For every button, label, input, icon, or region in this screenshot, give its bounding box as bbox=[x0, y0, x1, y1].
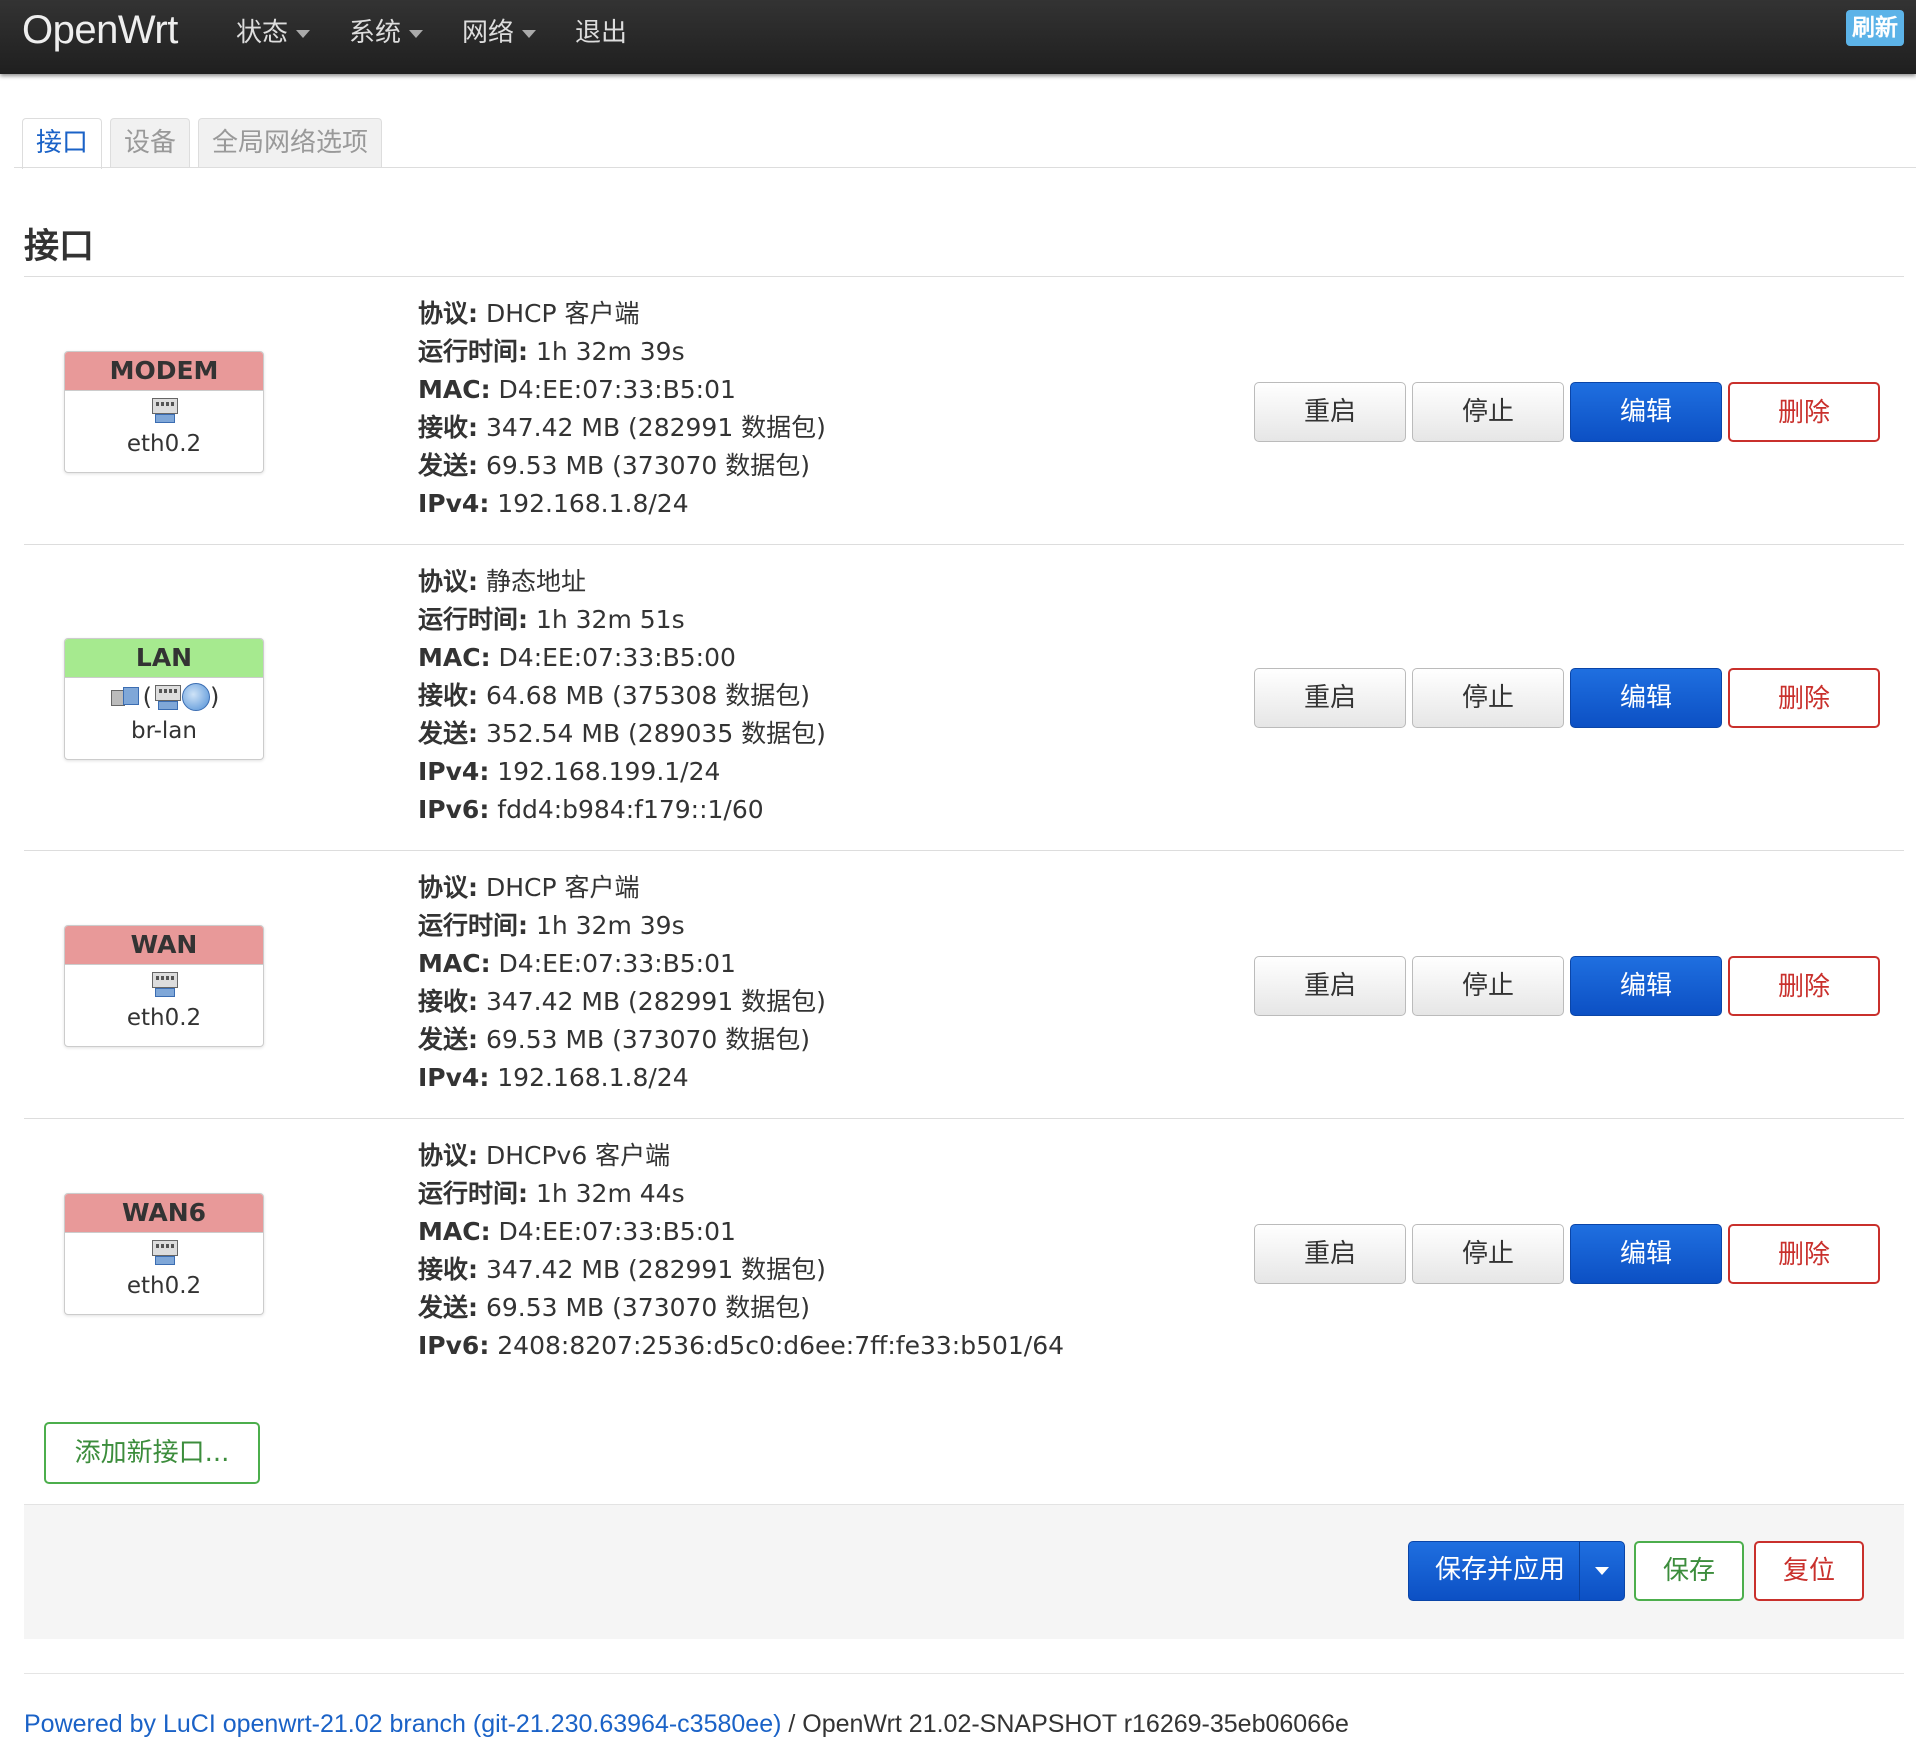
tab-bar: 接口 设备 全局网络选项 bbox=[22, 118, 390, 169]
edit-button[interactable]: 编辑 bbox=[1570, 956, 1722, 1016]
interface-badge: MODEM eth0.2 bbox=[64, 351, 264, 473]
page-title: 接口 bbox=[24, 227, 95, 267]
tx-value: 69.53 MB (373070 数据包) bbox=[485, 1293, 811, 1322]
interface-device: eth0.2 bbox=[126, 1005, 202, 1031]
uptime-value: 1h 32m 44s bbox=[535, 1179, 685, 1208]
caret-down-icon bbox=[522, 29, 537, 38]
caret-down-icon bbox=[1595, 1567, 1610, 1575]
protocol-value: DHCP 客户端 bbox=[485, 299, 640, 328]
ethernet-port-icon bbox=[149, 970, 179, 998]
tab-interfaces[interactable]: 接口 bbox=[22, 118, 103, 169]
edit-button[interactable]: 编辑 bbox=[1570, 668, 1722, 728]
interface-row-wan: WAN eth0.2 协议: DHCP 客户端 运行时间: 1h 32m 39s… bbox=[24, 851, 1904, 1119]
interface-name: WAN6 bbox=[65, 1194, 263, 1233]
restart-button[interactable]: 重启 bbox=[1254, 668, 1406, 728]
mac-value: D4:EE:07:33:B5:01 bbox=[498, 375, 736, 404]
wireless-icon bbox=[182, 683, 210, 711]
interface-name: MODEM bbox=[65, 352, 263, 391]
mac-value: D4:EE:07:33:B5:00 bbox=[498, 643, 736, 672]
ipv4-value: 192.168.199.1/24 bbox=[497, 757, 721, 786]
interface-row-lan: LAN ( ) br-lan 协议: 静态地址 运行时间: 1h 32m 51s… bbox=[24, 545, 1904, 851]
rx-value: 347.42 MB (282991 数据包) bbox=[485, 987, 826, 1016]
interface-badge: WAN eth0.2 bbox=[64, 925, 264, 1047]
ipv4-value: 192.168.1.8/24 bbox=[497, 1063, 689, 1092]
form-action-bar: 保存并应用 保存 复位 bbox=[24, 1504, 1904, 1639]
tx-value: 69.53 MB (373070 数据包) bbox=[485, 1025, 811, 1054]
ipv6-value: 2408:8207:2536:d5c0:d6ee:7ff:fe33:b501/6… bbox=[497, 1331, 1065, 1360]
delete-button[interactable]: 删除 bbox=[1728, 1224, 1880, 1284]
restart-button[interactable]: 重启 bbox=[1254, 956, 1406, 1016]
add-interface-button[interactable]: 添加新接口... bbox=[44, 1422, 260, 1484]
ethernet-port-icon bbox=[149, 1238, 179, 1266]
ipv6-value: fdd4:b984:f179::1/60 bbox=[497, 795, 764, 824]
interface-device: br-lan bbox=[131, 718, 197, 744]
protocol-value: 静态地址 bbox=[485, 567, 586, 596]
stop-button[interactable]: 停止 bbox=[1412, 668, 1564, 728]
ethernet-port-icon bbox=[152, 683, 182, 711]
tab-devices[interactable]: 设备 bbox=[110, 118, 191, 167]
uptime-value: 1h 32m 39s bbox=[535, 337, 685, 366]
uptime-value: 1h 32m 51s bbox=[535, 605, 685, 634]
interface-badge: WAN6 eth0.2 bbox=[64, 1193, 264, 1315]
stop-button[interactable]: 停止 bbox=[1412, 382, 1564, 442]
footer-version: / OpenWrt 21.02-SNAPSHOT r16269-35eb0606… bbox=[781, 1710, 1349, 1738]
caret-down-icon bbox=[296, 29, 311, 38]
row-actions: 重启 停止 编辑 删除 bbox=[1254, 382, 1886, 442]
save-apply-dropdown-toggle[interactable] bbox=[1579, 1542, 1624, 1600]
interface-badge: LAN ( ) br-lan bbox=[64, 638, 264, 760]
menu-status[interactable]: 状态 bbox=[232, 0, 333, 74]
uptime-value: 1h 32m 39s bbox=[535, 911, 685, 940]
top-navbar: OpenWrt 状态 系统 网络 退出 刷新 bbox=[0, 0, 1916, 74]
menu-system[interactable]: 系统 bbox=[345, 0, 446, 74]
mac-value: D4:EE:07:33:B5:01 bbox=[498, 949, 736, 978]
tx-value: 352.54 MB (289035 数据包) bbox=[485, 719, 826, 748]
tx-value: 69.53 MB (373070 数据包) bbox=[485, 451, 811, 480]
interface-device: eth0.2 bbox=[126, 1273, 202, 1299]
stop-button[interactable]: 停止 bbox=[1412, 1224, 1564, 1284]
interface-info: 协议: DHCP 客户端 运行时间: 1h 32m 39s MAC: D4:EE… bbox=[418, 873, 826, 1092]
row-actions: 重启 停止 编辑 删除 bbox=[1254, 668, 1886, 728]
save-apply-button[interactable]: 保存并应用 bbox=[1408, 1541, 1626, 1601]
save-button[interactable]: 保存 bbox=[1634, 1541, 1744, 1601]
refresh-badge[interactable]: 刷新 bbox=[1846, 10, 1904, 46]
stop-button[interactable]: 停止 bbox=[1412, 956, 1564, 1016]
interface-name: LAN bbox=[65, 639, 263, 678]
menu-network[interactable]: 网络 bbox=[458, 0, 559, 74]
rx-value: 347.42 MB (282991 数据包) bbox=[485, 1255, 826, 1284]
delete-button[interactable]: 删除 bbox=[1728, 668, 1880, 728]
caret-down-icon bbox=[409, 29, 424, 38]
ethernet-port-icon bbox=[149, 396, 179, 424]
rx-value: 347.42 MB (282991 数据包) bbox=[485, 413, 826, 442]
luci-link[interactable]: Powered by LuCI openwrt-21.02 branch (gi… bbox=[24, 1710, 781, 1738]
restart-button[interactable]: 重启 bbox=[1254, 382, 1406, 442]
edit-button[interactable]: 编辑 bbox=[1570, 382, 1722, 442]
protocol-value: DHCPv6 客户端 bbox=[485, 1141, 671, 1170]
bridge-icon bbox=[109, 684, 139, 710]
delete-button[interactable]: 删除 bbox=[1728, 382, 1880, 442]
interface-info: 协议: DHCPv6 客户端 运行时间: 1h 32m 44s MAC: D4:… bbox=[418, 1141, 1065, 1360]
delete-button[interactable]: 删除 bbox=[1728, 956, 1880, 1016]
rx-value: 64.68 MB (375308 数据包) bbox=[485, 681, 811, 710]
footer: Powered by LuCI openwrt-21.02 branch (gi… bbox=[24, 1710, 1349, 1739]
interface-row-wan6: WAN6 eth0.2 协议: DHCPv6 客户端 运行时间: 1h 32m … bbox=[24, 1119, 1904, 1387]
edit-button[interactable]: 编辑 bbox=[1570, 1224, 1722, 1284]
brand-logo[interactable]: OpenWrt bbox=[22, 8, 178, 53]
protocol-value: DHCP 客户端 bbox=[485, 873, 640, 902]
mac-value: D4:EE:07:33:B5:01 bbox=[498, 1217, 736, 1246]
menu-logout[interactable]: 退出 bbox=[571, 0, 650, 74]
footer-divider bbox=[24, 1673, 1904, 1674]
ipv4-value: 192.168.1.8/24 bbox=[497, 489, 689, 518]
tabs-divider bbox=[14, 167, 1916, 168]
restart-button[interactable]: 重启 bbox=[1254, 1224, 1406, 1284]
interface-info: 协议: 静态地址 运行时间: 1h 32m 51s MAC: D4:EE:07:… bbox=[418, 567, 826, 824]
tab-global-options[interactable]: 全局网络选项 bbox=[198, 118, 383, 167]
interface-info: 协议: DHCP 客户端 运行时间: 1h 32m 39s MAC: D4:EE… bbox=[418, 299, 826, 518]
row-actions: 重启 停止 编辑 删除 bbox=[1254, 1224, 1886, 1284]
interface-name: WAN bbox=[65, 926, 263, 965]
interface-device: eth0.2 bbox=[126, 431, 202, 457]
main-menu: 状态 系统 网络 退出 bbox=[232, 0, 662, 74]
reset-button[interactable]: 复位 bbox=[1754, 1541, 1864, 1601]
interface-row-modem: MODEM eth0.2 协议: DHCP 客户端 运行时间: 1h 32m 3… bbox=[24, 277, 1904, 545]
row-actions: 重启 停止 编辑 删除 bbox=[1254, 956, 1886, 1016]
